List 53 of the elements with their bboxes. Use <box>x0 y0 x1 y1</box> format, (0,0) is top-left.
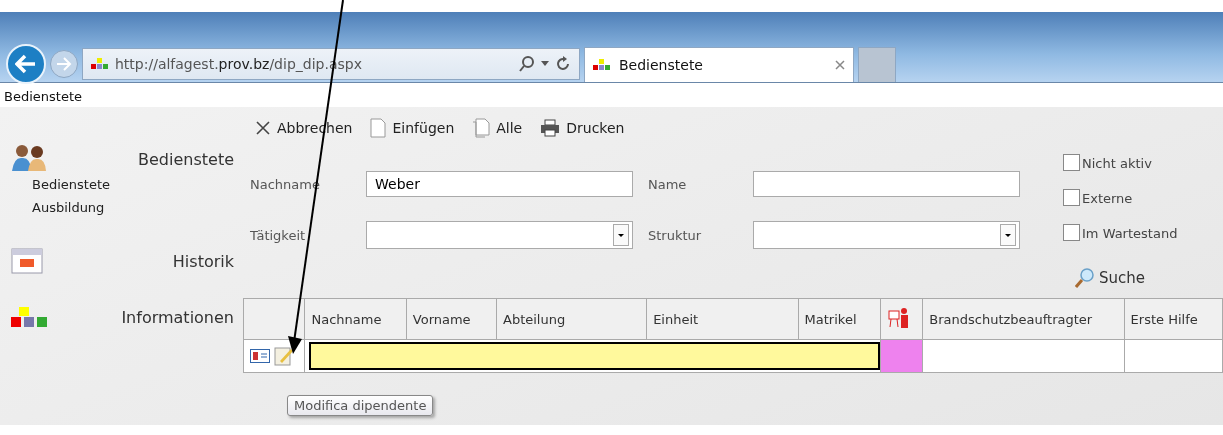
tooltip: Modifica dipendente <box>287 395 434 416</box>
calendar-icon <box>10 245 46 275</box>
field-label: Struktur <box>647 227 703 243</box>
page-title: Bedienstete <box>3 88 83 106</box>
back-arrow-icon <box>15 54 37 74</box>
printer-icon <box>540 119 561 137</box>
toolbar-button[interactable]: Einfügen <box>370 115 455 141</box>
toolbar-button[interactable]: Alle <box>472 115 523 141</box>
column-header[interactable]: Matrikel <box>798 298 881 340</box>
column-header[interactable]: Erste Hilfe <box>1124 298 1223 340</box>
forward-button[interactable] <box>50 50 78 78</box>
select-field[interactable] <box>753 221 1020 249</box>
checkbox[interactable] <box>1063 189 1080 206</box>
checkbox-label[interactable]: Im Wartestand <box>1063 219 1178 241</box>
documents-icon <box>472 118 491 138</box>
id-card-icon[interactable] <box>250 349 270 363</box>
site-icon <box>91 58 109 70</box>
checkbox-label[interactable]: Externe <box>1063 184 1178 206</box>
field-label: Tätigkeit <box>249 227 307 243</box>
input-field[interactable]: Weber <box>366 171 633 197</box>
magnifier-icon <box>1075 268 1095 288</box>
browser-tab[interactable]: Bedienstete <box>584 47 854 82</box>
sidebar-heading[interactable]: Historik <box>172 252 234 275</box>
caret-icon <box>613 224 629 246</box>
back-button[interactable] <box>6 44 46 84</box>
column-header[interactable]: Einheit <box>646 298 799 340</box>
input-field[interactable] <box>753 171 1020 197</box>
field-label: Name <box>647 176 688 192</box>
sidebar-heading[interactable]: Bedienstete <box>138 150 234 173</box>
document-icon <box>370 118 387 138</box>
tab-title: Bedienstete <box>619 57 704 73</box>
column-header[interactable]: Vorname <box>406 298 497 340</box>
search-button[interactable]: Suche <box>1075 268 1178 288</box>
select-field[interactable] <box>366 221 633 249</box>
edit-icon[interactable] <box>274 346 294 366</box>
site-icon <box>593 59 611 71</box>
sidebar-item[interactable]: Ausbildung <box>10 196 234 219</box>
sidebar-item[interactable]: Bedienstete <box>10 173 234 196</box>
checkbox-label[interactable]: Nicht aktiv <box>1063 149 1178 171</box>
checkbox[interactable] <box>1063 154 1080 171</box>
refresh-icon[interactable] <box>555 56 571 72</box>
toolbar-button[interactable]: Drucken <box>540 115 625 141</box>
checkbox[interactable] <box>1063 224 1080 241</box>
column-header[interactable]: Nachname <box>304 298 407 340</box>
close-icon[interactable] <box>835 60 845 70</box>
forward-arrow-icon <box>56 57 72 71</box>
search-icon[interactable] <box>519 56 535 72</box>
column-header[interactable]: Brandschutzbeauftragter <box>922 298 1125 340</box>
caret-icon[interactable] <box>541 61 549 67</box>
caret-icon <box>1000 224 1016 246</box>
sidebar-heading[interactable]: Informationen <box>121 308 234 331</box>
close-icon <box>255 120 271 136</box>
column-header[interactable]: Abteilung <box>496 298 647 340</box>
